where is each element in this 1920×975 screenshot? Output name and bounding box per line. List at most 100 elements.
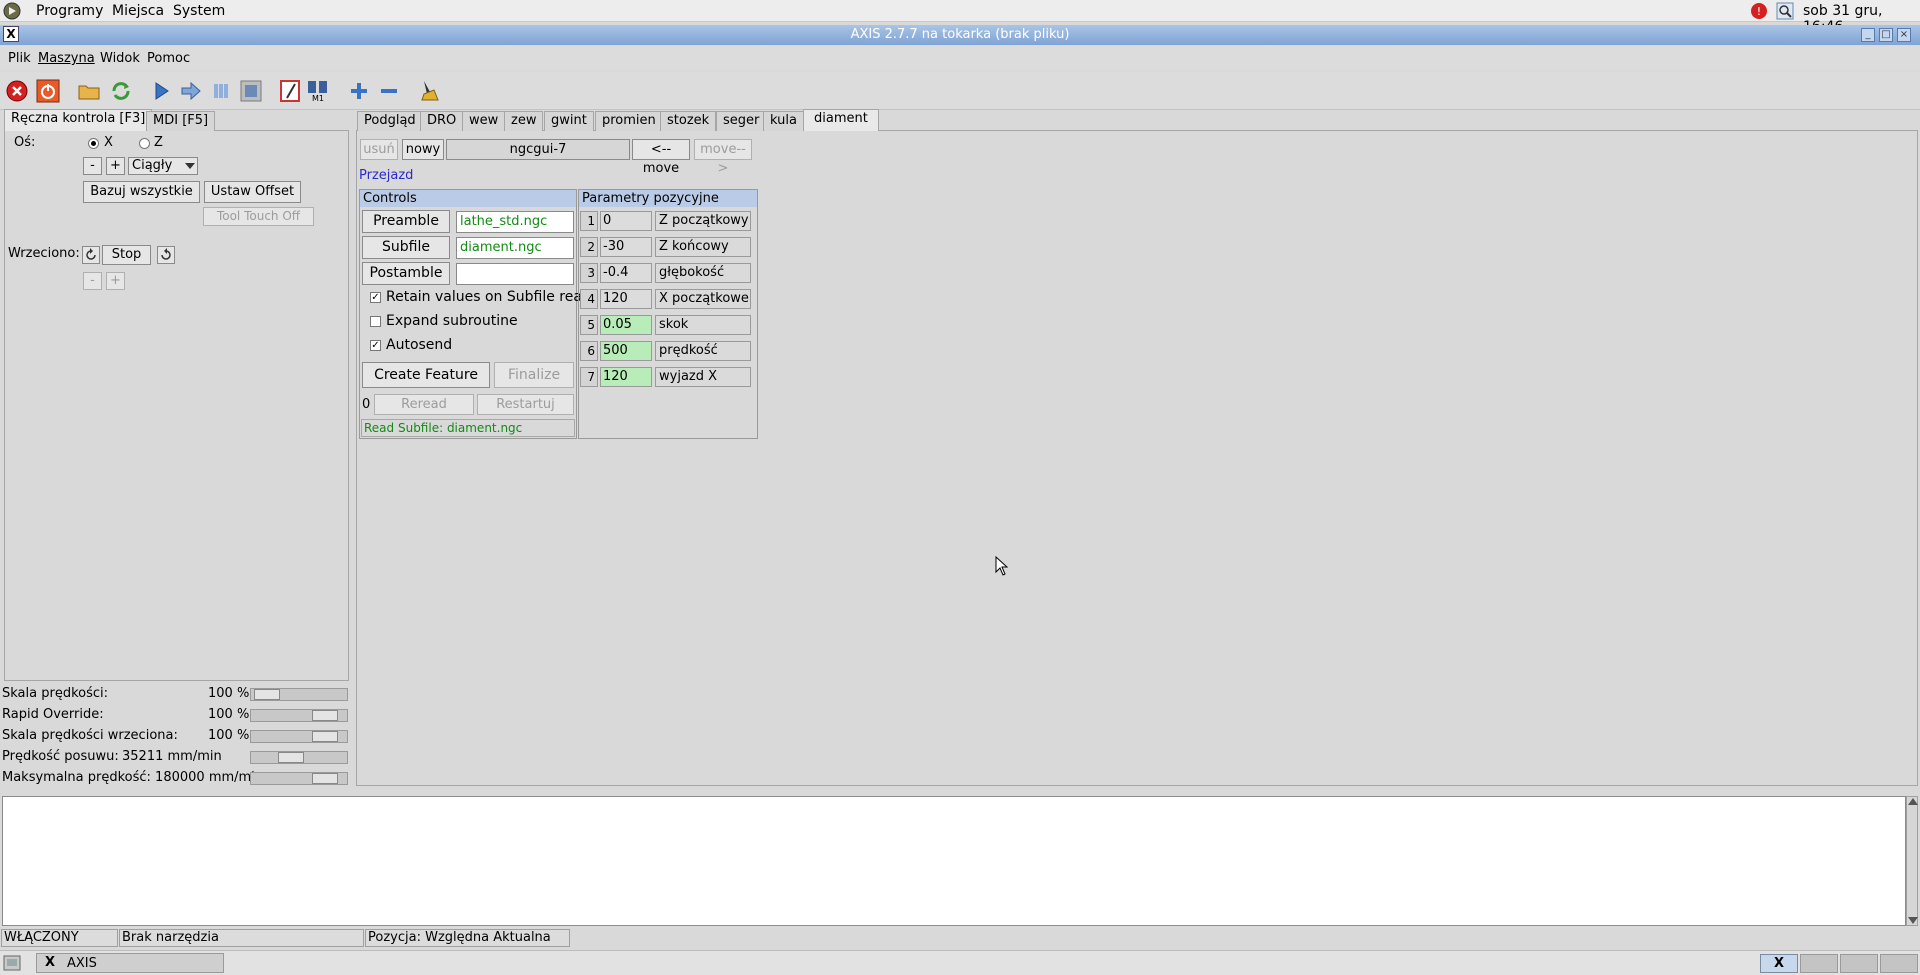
gnome-foot-icon[interactable] xyxy=(2,1,22,21)
open-folder-icon[interactable] xyxy=(76,78,102,104)
search-icon[interactable] xyxy=(1776,2,1794,20)
scroll-down-icon[interactable] xyxy=(1908,917,1918,924)
spindle-faster-button[interactable]: + xyxy=(106,272,125,290)
slider-knob[interactable] xyxy=(278,752,304,763)
retain-checkbox[interactable]: ✓ xyxy=(370,292,381,303)
taskbar-axis-button[interactable]: X AXIS xyxy=(36,953,224,973)
slider-knob[interactable] xyxy=(312,710,338,721)
autosend-label: Autosend xyxy=(386,337,453,353)
tab-gwint[interactable]: gwint xyxy=(544,111,594,131)
run-icon[interactable] xyxy=(148,78,174,104)
move-left-button[interactable]: <--move xyxy=(632,139,690,176)
update-alert-icon[interactable]: ! xyxy=(1750,2,1768,20)
autosend-checkbox[interactable]: ✓ xyxy=(370,340,381,351)
pause-icon[interactable] xyxy=(208,78,234,104)
preamble-button[interactable]: Preamble xyxy=(362,210,450,233)
menubar: Plik Maszyna Widok Pomoc xyxy=(0,46,1920,70)
menu-pomoc[interactable]: Pomoc xyxy=(147,51,190,66)
reload-icon[interactable] xyxy=(108,78,134,104)
postamble-button[interactable]: Postamble xyxy=(362,262,450,285)
menu-miejsca[interactable]: Miejsca xyxy=(112,3,164,19)
block-delete-icon[interactable] xyxy=(277,78,303,104)
window-titlebar[interactable]: X AXIS 2.7.7 na tokarka (brak pliku) _ □… xyxy=(0,25,1920,45)
param-value-field[interactable]: 120 xyxy=(600,289,652,309)
optional-stop-icon[interactable]: M1 xyxy=(305,78,331,104)
postamble-file-field[interactable] xyxy=(456,263,574,285)
slider-knob[interactable] xyxy=(312,731,338,742)
tab-zew[interactable]: zew xyxy=(504,111,544,131)
estop-icon[interactable] xyxy=(4,78,30,104)
show-desktop-icon[interactable] xyxy=(3,955,21,971)
workspace-3[interactable] xyxy=(1840,954,1878,973)
finalize-button[interactable]: Finalize xyxy=(494,362,574,388)
subfile-file-field[interactable]: diament.ngc xyxy=(456,237,574,259)
tab-stozek[interactable]: stozek xyxy=(660,111,717,131)
slider-knob[interactable] xyxy=(312,773,338,784)
feed-override-slider[interactable] xyxy=(250,688,348,701)
menu-widok[interactable]: Widok xyxy=(100,51,140,66)
tab-podglad[interactable]: Podgląd xyxy=(357,111,423,131)
tab-manual-control[interactable]: Ręczna kontrola [F3] xyxy=(4,109,153,131)
spindle-ccw-icon[interactable] xyxy=(82,246,100,264)
param-value-field[interactable]: 0.05 xyxy=(600,315,652,335)
console-text[interactable] xyxy=(2,796,1906,926)
slider-knob[interactable] xyxy=(254,689,280,700)
param-value-field[interactable]: -30 xyxy=(600,237,652,257)
preamble-file-field[interactable]: lathe_std.ngc xyxy=(456,211,574,233)
new-page-button[interactable]: nowy xyxy=(402,139,444,160)
menu-plik[interactable]: Plik xyxy=(8,51,31,66)
spindle-cw-icon[interactable] xyxy=(157,246,175,264)
home-all-button[interactable]: Bazuj wszystkie xyxy=(83,181,200,203)
zoom-out-icon[interactable] xyxy=(376,78,402,104)
maximize-icon[interactable]: □ xyxy=(1879,28,1893,42)
axis-z-radio[interactable] xyxy=(139,138,150,149)
tab-diament[interactable]: diament xyxy=(803,109,879,131)
menu-maszyna[interactable]: Maszyna xyxy=(38,51,95,66)
spindle-slower-button[interactable]: - xyxy=(83,272,102,290)
tab-mdi[interactable]: MDI [F5] xyxy=(146,111,216,131)
axis-z-label: Z xyxy=(154,135,163,150)
menu-programy[interactable]: Programy xyxy=(36,3,103,19)
remove-page-button[interactable]: usuń xyxy=(360,139,398,160)
power-icon[interactable] xyxy=(35,78,61,104)
jog-speed-slider[interactable] xyxy=(250,751,348,764)
param-value-field[interactable]: 0 xyxy=(600,211,652,231)
jog-minus-button[interactable]: - xyxy=(83,157,102,175)
menu-system[interactable]: System xyxy=(173,3,225,19)
jog-mode-select[interactable]: Ciągły xyxy=(128,157,198,175)
console-scrollbar[interactable] xyxy=(1906,796,1918,926)
spindle-stop-button[interactable]: Stop xyxy=(102,245,151,265)
param-value-field[interactable]: 500 xyxy=(600,341,652,361)
workspace-4[interactable] xyxy=(1880,954,1918,973)
stop-icon[interactable] xyxy=(238,78,264,104)
step-icon[interactable] xyxy=(178,78,204,104)
restart-button[interactable]: Restartuj xyxy=(477,394,574,415)
tab-kula[interactable]: kula xyxy=(763,111,804,131)
tool-touch-off-button[interactable]: Tool Touch Off xyxy=(203,207,314,226)
tab-dro[interactable]: DRO xyxy=(420,111,464,131)
status-line: Read Subfile: diament.ngc xyxy=(361,419,575,437)
minimize-icon[interactable]: _ xyxy=(1861,28,1875,42)
expand-checkbox[interactable] xyxy=(370,316,381,327)
spindle-override-slider[interactable] xyxy=(250,730,348,743)
param-value-field[interactable]: 120 xyxy=(600,367,652,387)
scroll-up-icon[interactable] xyxy=(1908,798,1918,805)
tab-wew[interactable]: wew xyxy=(462,111,506,131)
set-offset-button[interactable]: Ustaw Offset xyxy=(204,181,301,203)
close-icon[interactable]: × xyxy=(1897,28,1911,42)
axis-x-radio[interactable] xyxy=(88,138,99,149)
reread-button[interactable]: Reread xyxy=(374,394,474,415)
tab-promien[interactable]: promien xyxy=(595,111,663,131)
move-right-button[interactable]: move--> xyxy=(694,139,752,176)
zoom-in-icon[interactable] xyxy=(346,78,372,104)
create-feature-button[interactable]: Create Feature xyxy=(362,362,490,388)
jog-plus-button[interactable]: + xyxy=(106,157,125,175)
tab-seger[interactable]: seger xyxy=(716,111,767,131)
clear-plot-icon[interactable] xyxy=(416,78,442,104)
workspace-1[interactable]: X xyxy=(1760,954,1798,973)
workspace-2[interactable] xyxy=(1800,954,1838,973)
max-velocity-slider[interactable] xyxy=(250,772,348,785)
rapid-override-slider[interactable] xyxy=(250,709,348,722)
subfile-button[interactable]: Subfile xyxy=(362,236,450,259)
param-value-field[interactable]: -0.4 xyxy=(600,263,652,283)
